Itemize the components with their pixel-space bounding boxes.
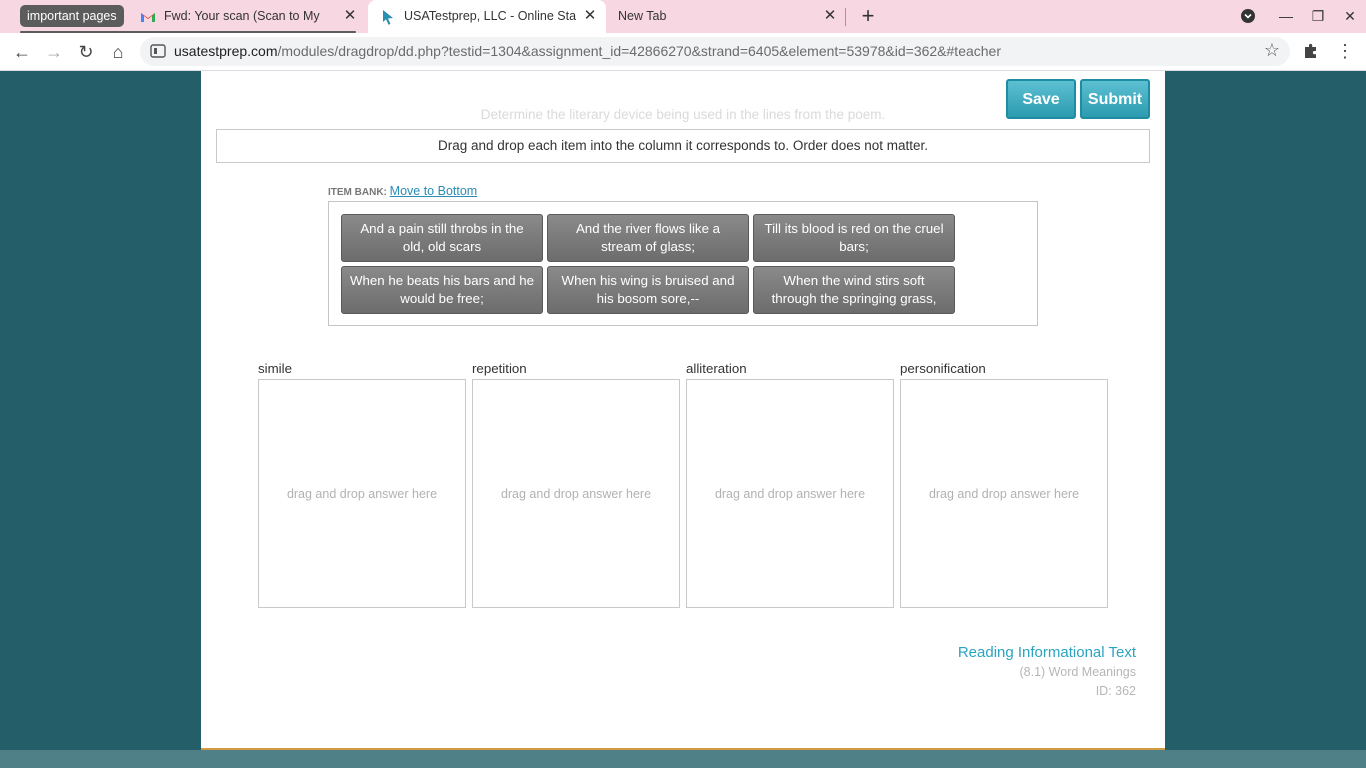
tab-title: New Tab (618, 9, 667, 23)
close-icon[interactable]: ✕ (342, 0, 358, 32)
cursor-arrow-icon (383, 10, 393, 25)
drag-item[interactable]: When his wing is bruised and his bosom s… (547, 266, 749, 314)
tab-usatestprep[interactable]: USATestprep, LLC - Online State-S ✕ (380, 0, 598, 33)
question-prompt: Determine the literary device being used… (480, 107, 886, 122)
subject-link[interactable]: Reading Informational Text (958, 644, 1136, 661)
bottom-bar (0, 750, 1366, 768)
url-path: /modules/dragdrop/dd.php?testid=1304&ass… (277, 43, 1002, 59)
drag-item[interactable]: And the river flows like a stream of gla… (547, 214, 749, 262)
tab-search-icon[interactable] (1236, 4, 1260, 28)
minimize-icon[interactable]: — (1274, 4, 1298, 28)
instructions-box: Drag and drop each item into the column … (216, 129, 1150, 163)
home-icon[interactable]: ⌂ (105, 39, 131, 65)
url-text: usatestprep.com/modules/dragdrop/dd.php?… (174, 37, 1001, 66)
standard-label: (8.1) Word Meanings (1019, 665, 1137, 679)
dropzone-simile[interactable]: drag and drop answer here (258, 379, 466, 608)
gmail-icon (141, 13, 155, 22)
drag-item[interactable]: Till its blood is red on the cruel bars; (753, 214, 955, 262)
url-host: usatestprep.com (174, 43, 278, 59)
forward-arrow-icon[interactable]: → (41, 39, 67, 65)
tab-new-tab[interactable]: New Tab ✕ (594, 0, 838, 33)
close-window-icon[interactable]: ✕ (1338, 4, 1362, 28)
question-id-label: ID: 362 (1095, 684, 1136, 698)
tab-title: USATestprep, LLC - Online State-S (404, 9, 576, 23)
column-label-personification: personification (900, 361, 986, 376)
tab-title: Fwd: Your scan (Scan to My Ema (164, 9, 324, 23)
dropzone-alliteration[interactable]: drag and drop answer here (686, 379, 894, 608)
tab-group-chip[interactable]: important pages (20, 5, 124, 27)
tab-separator (845, 8, 846, 26)
browser-toolbar: ← → ↻ ⌂ usatestprep.com/modules/dragdrop… (0, 33, 1366, 71)
site-info-icon (150, 44, 166, 58)
move-to-bottom-link[interactable]: Move to Bottom (390, 184, 478, 198)
dropzone-repetition[interactable]: drag and drop answer here (472, 379, 680, 608)
drag-item[interactable]: When the wind stirs soft through the spr… (753, 266, 955, 314)
bookmark-star-icon[interactable]: ☆ (1264, 40, 1280, 61)
drag-item[interactable]: When he beats his bars and he would be f… (341, 266, 543, 314)
extensions-puzzle-icon[interactable] (1300, 40, 1322, 62)
address-bar[interactable]: usatestprep.com/modules/dragdrop/dd.php?… (140, 37, 1290, 66)
tab-strip: important pages Fwd: Your scan (Scan to … (0, 0, 1366, 33)
new-tab-plus-icon[interactable]: + (857, 4, 879, 28)
item-bank-label: ITEM BANK: Move to Bottom (328, 184, 477, 198)
column-label-alliteration: alliteration (686, 361, 747, 376)
page-content: Save Submit Determine the literary devic… (201, 71, 1165, 748)
back-arrow-icon[interactable]: ← (9, 39, 35, 65)
drag-item[interactable]: And a pain still throbs in the old, old … (341, 214, 543, 262)
reload-icon[interactable]: ↻ (73, 39, 99, 65)
column-label-simile: simile (258, 361, 292, 376)
kebab-menu-icon[interactable]: ⋮ (1336, 40, 1354, 62)
item-bank: And a pain still throbs in the old, old … (328, 201, 1038, 326)
tab-gmail[interactable]: Fwd: Your scan (Scan to My Ema ✕ (140, 0, 358, 33)
column-label-repetition: repetition (472, 361, 527, 376)
item-bank-title: ITEM BANK: (328, 187, 387, 198)
dropzone-personification[interactable]: drag and drop answer here (900, 379, 1108, 608)
close-icon[interactable]: ✕ (822, 0, 838, 32)
restore-icon[interactable]: ❐ (1306, 4, 1330, 28)
